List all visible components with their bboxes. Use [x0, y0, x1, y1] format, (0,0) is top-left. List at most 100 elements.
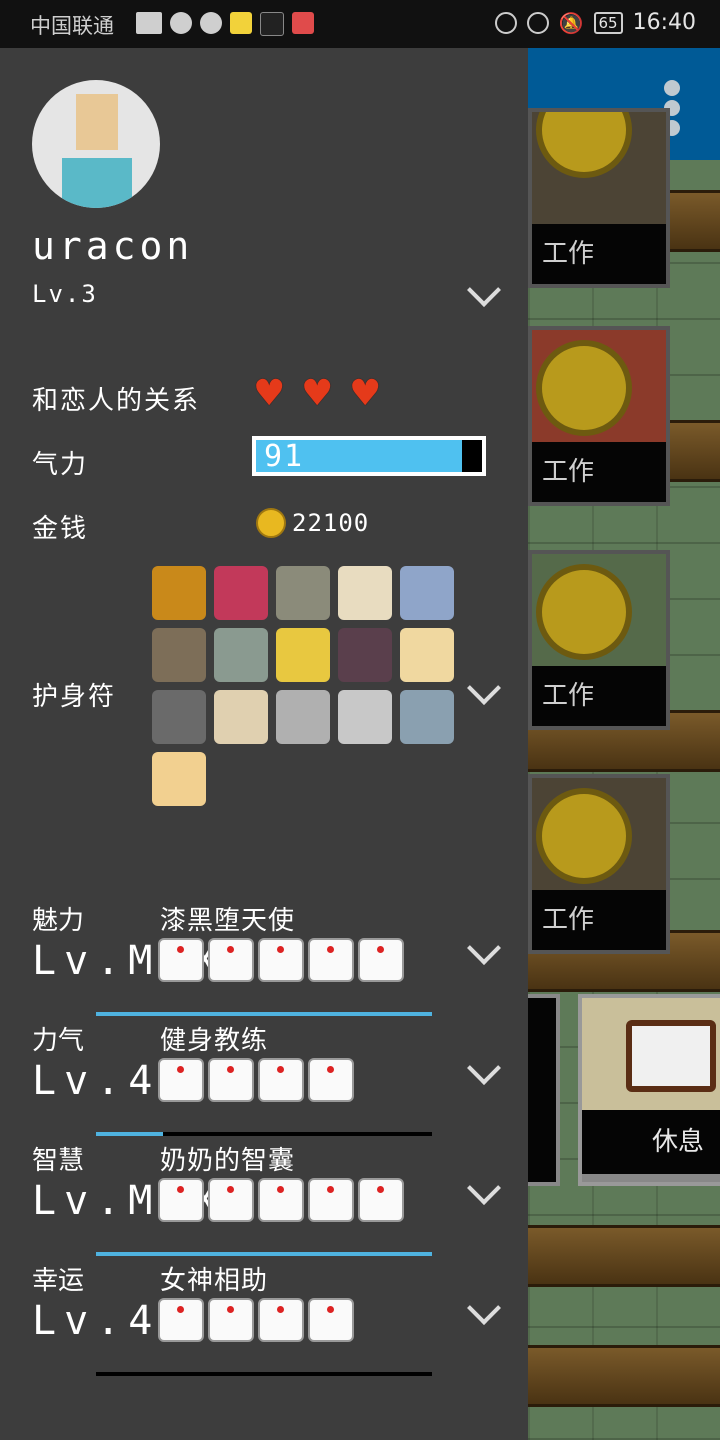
job-card-partial[interactable] — [528, 994, 560, 1186]
charm-icon[interactable] — [152, 690, 206, 744]
charm-icon[interactable] — [276, 566, 330, 620]
coin-icon — [536, 788, 632, 884]
stat-dice — [158, 1178, 404, 1222]
stat-title: 健身教练 — [160, 1026, 269, 1056]
money-amount: 22100 — [292, 509, 370, 537]
job-image — [532, 554, 666, 666]
charm-icon[interactable] — [152, 752, 206, 806]
rest-image — [582, 998, 720, 1110]
job-card[interactable]: 工作 — [528, 774, 670, 954]
stat-name: 智慧 — [32, 1146, 85, 1176]
stat-progress-bar — [96, 1132, 432, 1136]
stat-title: 漆黑堕天使 — [160, 906, 296, 936]
stat-name: 幸运 — [32, 1266, 85, 1296]
charm-icon[interactable] — [276, 690, 330, 744]
stat-name: 魅力 — [32, 906, 85, 936]
die-icon — [308, 938, 354, 982]
die-icon — [208, 1178, 254, 1222]
charm-icon[interactable] — [338, 690, 392, 744]
data-saver-icon — [494, 11, 517, 34]
signal-icon — [136, 12, 162, 34]
die-icon — [158, 938, 204, 982]
job-label: 工作 — [532, 666, 666, 726]
charm-icon[interactable] — [152, 566, 206, 620]
stat-dice — [158, 1058, 354, 1102]
job-image — [532, 112, 666, 224]
die-icon — [158, 1178, 204, 1222]
heart-icon: ♥ — [352, 368, 379, 419]
heart-icon: ♥ — [256, 368, 283, 419]
carrier-label: 中国联通 — [30, 14, 114, 38]
charm-icon[interactable] — [338, 628, 392, 682]
battery-indicator: 65 — [593, 11, 623, 34]
job-label: 工作 — [532, 224, 666, 284]
chevron-down-icon[interactable] — [467, 1291, 501, 1325]
chevron-down-icon[interactable] — [467, 671, 501, 705]
stamina-bar: 91 — [252, 436, 486, 476]
charm-icon[interactable] — [400, 690, 454, 744]
player-level: Lv.3 — [32, 280, 98, 308]
rest-label: 休息 — [582, 1110, 720, 1174]
map-app-icon — [292, 12, 314, 34]
charm-icon[interactable] — [214, 628, 268, 682]
shelf — [528, 1345, 720, 1407]
charm-icon[interactable] — [400, 628, 454, 682]
job-card[interactable]: 工作 — [528, 550, 670, 730]
avatar[interactable] — [32, 80, 160, 208]
coin-icon — [256, 508, 286, 538]
tiktok-icon — [260, 12, 284, 36]
stat-progress-bar — [96, 1372, 432, 1376]
chevron-down-icon[interactable] — [467, 1051, 501, 1085]
status-right: 🔕 65 16:40 — [494, 10, 696, 35]
job-label: 工作 — [532, 442, 666, 502]
coin-icon — [536, 340, 632, 436]
job-image — [532, 330, 666, 442]
stat-progress-fill — [96, 1252, 432, 1256]
status-icons — [136, 12, 314, 36]
rest-card[interactable]: 休息 — [578, 994, 720, 1186]
die-icon — [258, 938, 304, 982]
money-label: 金钱 — [32, 514, 89, 544]
stat-dice — [158, 938, 404, 982]
die-icon — [308, 1058, 354, 1102]
money-display: 22100 — [256, 508, 369, 538]
status-bar: 中国联通 🔕 65 16:40 — [0, 0, 720, 48]
coin-icon — [536, 112, 632, 178]
chevron-down-icon[interactable] — [467, 931, 501, 965]
charm-icon[interactable] — [338, 566, 392, 620]
chevron-down-icon[interactable] — [467, 273, 501, 307]
charm-icon[interactable] — [214, 566, 268, 620]
globe-icon — [200, 12, 222, 34]
die-icon — [258, 1298, 304, 1342]
die-icon — [208, 1058, 254, 1102]
die-icon — [258, 1058, 304, 1102]
charm-icon[interactable] — [152, 628, 206, 682]
die-icon — [258, 1178, 304, 1222]
alarm-icon — [526, 11, 549, 34]
star-app-icon — [230, 12, 252, 34]
relationship-hearts: ♥ ♥ ♥ — [256, 368, 396, 419]
charms-label: 护身符 — [32, 682, 117, 712]
job-image — [532, 778, 666, 890]
coin-icon — [536, 564, 632, 660]
job-card[interactable]: 工作 — [528, 326, 670, 506]
die-icon — [358, 1178, 404, 1222]
die-icon — [158, 1058, 204, 1102]
charm-icon[interactable] — [276, 628, 330, 682]
relationship-label: 和恋人的关系 — [32, 386, 201, 416]
stat-dice — [158, 1298, 354, 1342]
die-icon — [358, 938, 404, 982]
job-card[interactable]: 工作 — [528, 108, 670, 288]
stamina-label: 气力 — [32, 450, 89, 480]
charm-icon[interactable] — [400, 566, 454, 620]
shelf — [528, 1225, 720, 1287]
stamina-value: 91 — [264, 439, 305, 474]
stat-title: 女神相助 — [160, 1266, 269, 1296]
chevron-down-icon[interactable] — [467, 1171, 501, 1205]
charm-icon[interactable] — [214, 690, 268, 744]
die-icon — [308, 1298, 354, 1342]
stat-name: 力气 — [32, 1026, 85, 1056]
heart-icon: ♥ — [304, 368, 331, 419]
avatar-body — [62, 158, 132, 208]
clock: 16:40 — [632, 10, 696, 35]
